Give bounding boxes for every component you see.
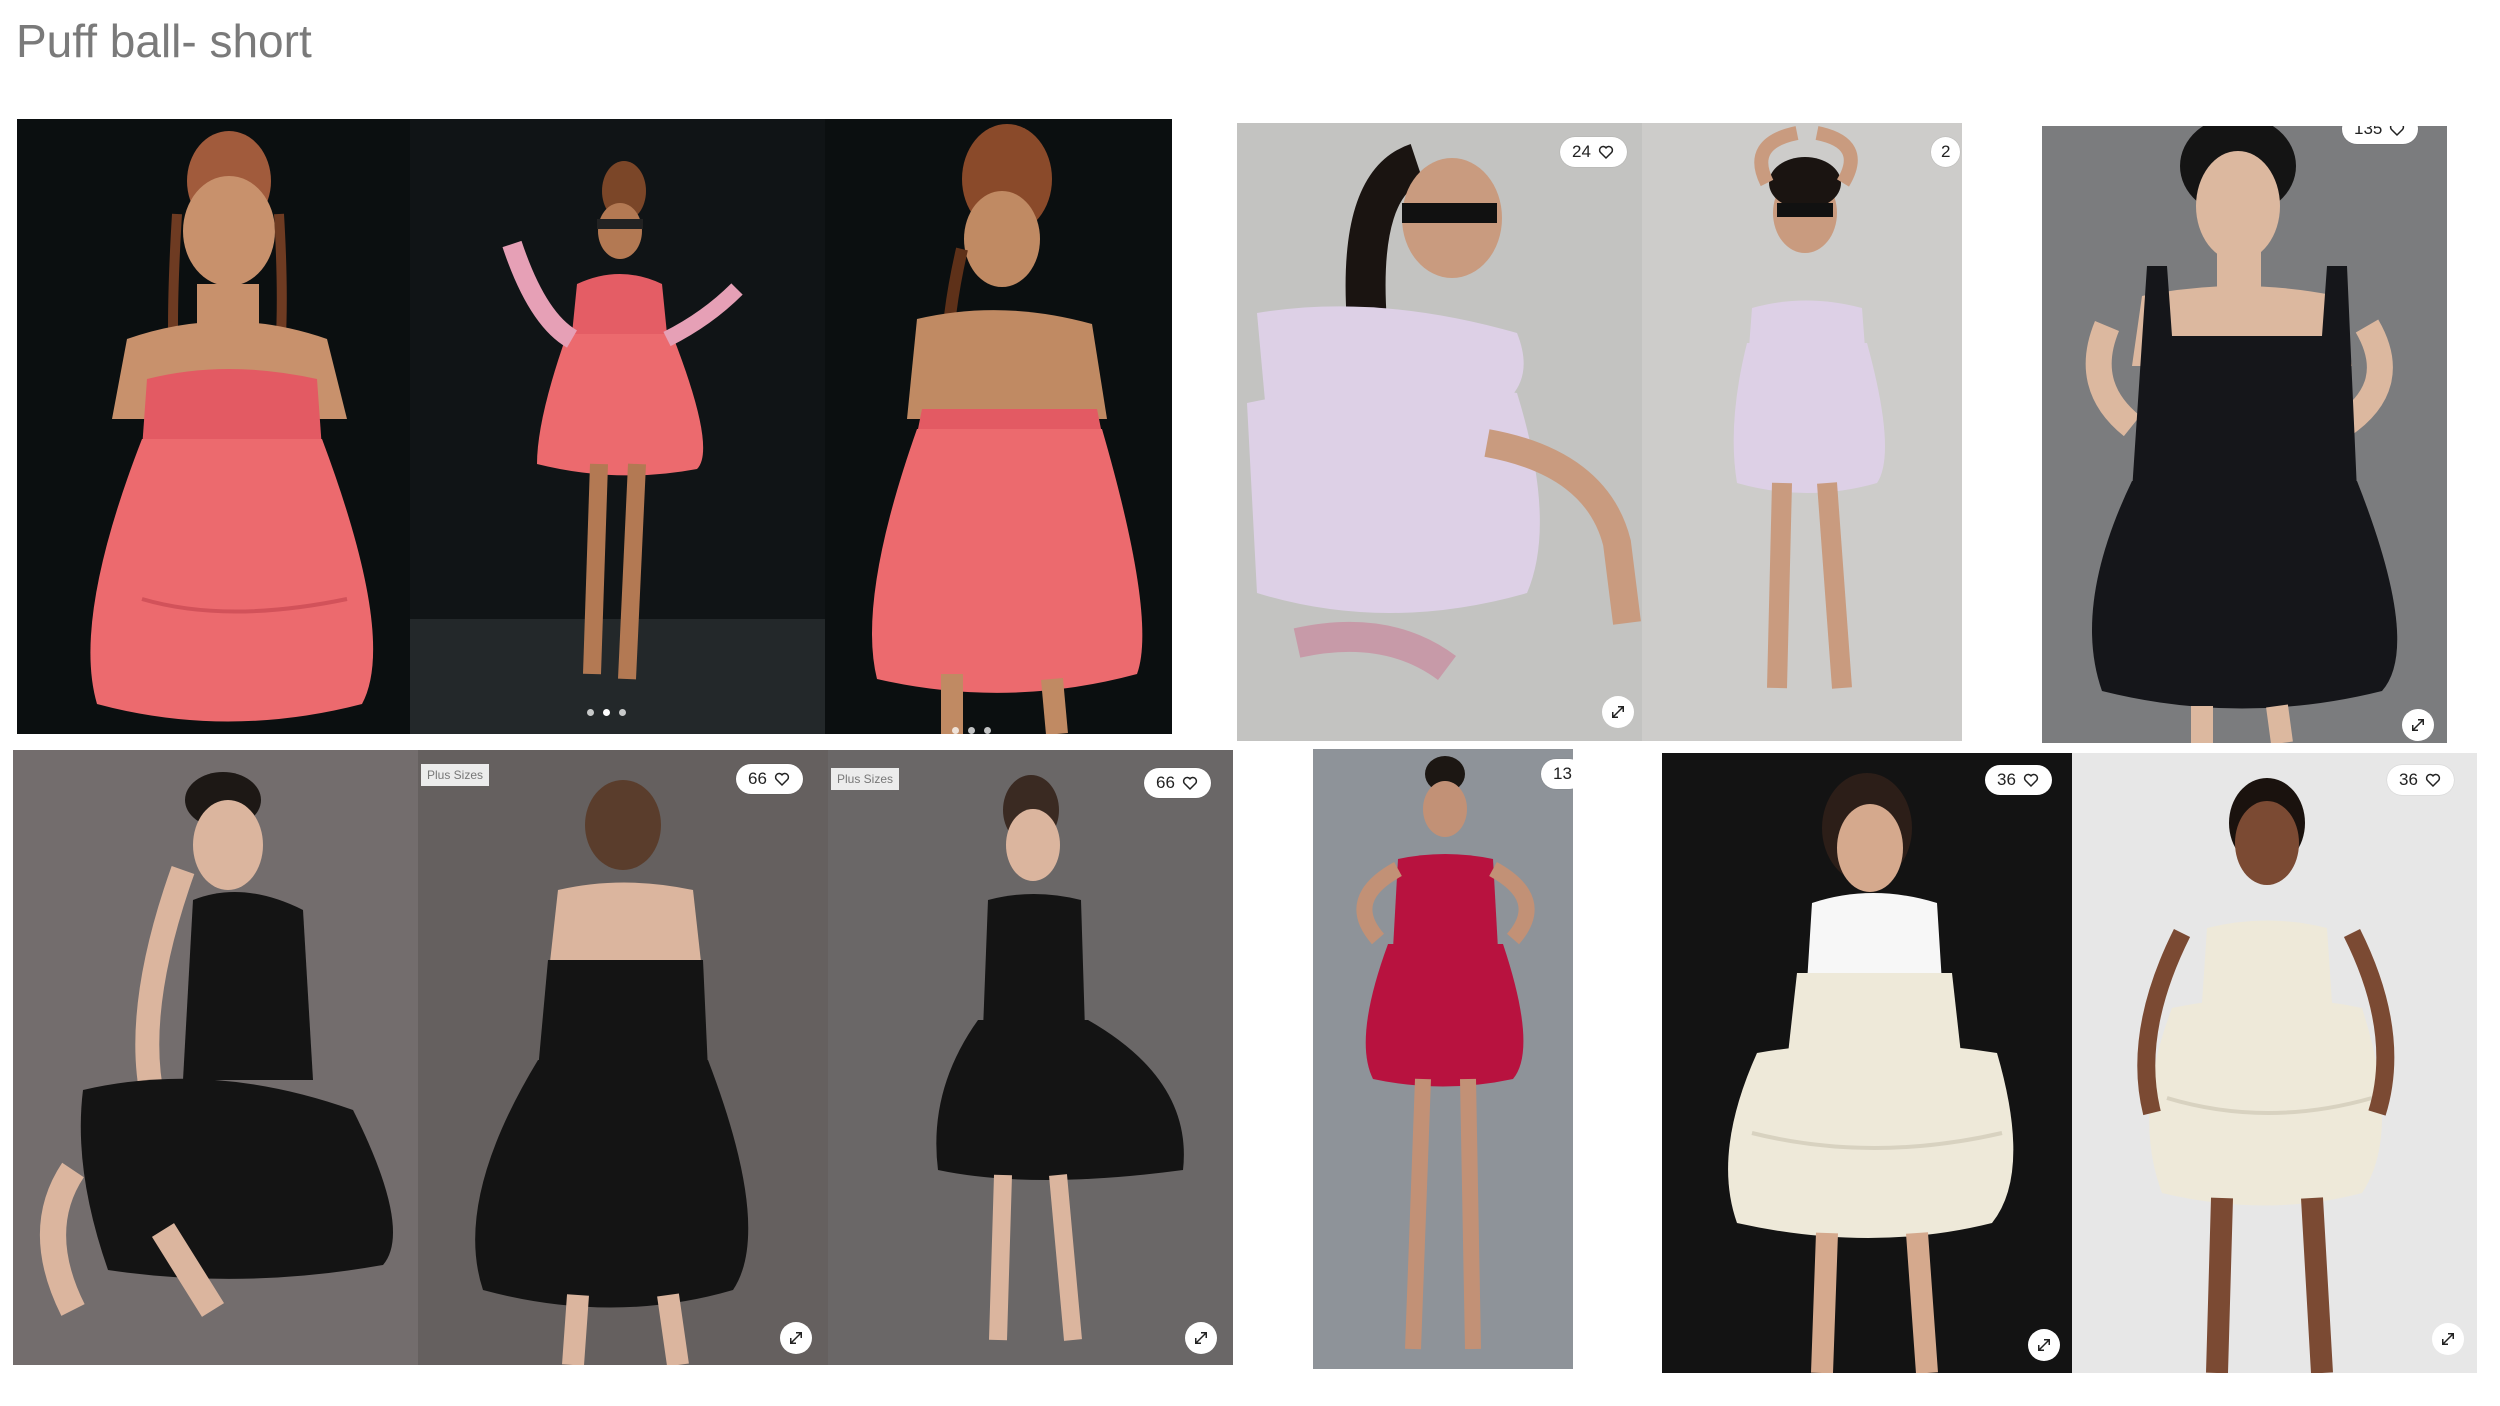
heart-icon (2425, 773, 2441, 788)
product-card-black-corset[interactable]: 135 (2042, 126, 2447, 743)
like-count-second: 36 (2399, 770, 2418, 789)
like-count-secondary: 2 (1941, 142, 1951, 161)
product-photo-black-corset (2042, 126, 2447, 743)
product-card-coral-bubble[interactable] (17, 119, 1172, 734)
product-card-black-bubble[interactable]: Plus Sizes Plus Sizes 66 66 (13, 750, 1233, 1365)
like-count: 135 (2354, 126, 2383, 138)
like-count: 36 (1997, 770, 2016, 789)
product-photo-coral (17, 119, 1172, 734)
carousel-dot[interactable] (952, 727, 959, 734)
expand-icon (2442, 1333, 2454, 1345)
product-photo-magenta (1313, 749, 1573, 1369)
product-photo-black-bubble (13, 750, 1233, 1365)
like-button[interactable]: 135 (2342, 126, 2419, 144)
page-title: Puff ball- short (16, 15, 312, 67)
expand-button[interactable] (2028, 1329, 2060, 1361)
like-button-second[interactable]: 66 (1144, 768, 1211, 798)
carousel-dot[interactable] (984, 727, 991, 734)
like-count: 66 (748, 769, 767, 788)
product-card-cream-tiered[interactable]: 36 36 (1662, 753, 2477, 1373)
product-photo-lilac (1237, 123, 1962, 741)
product-photo-cream (1662, 753, 2477, 1373)
heart-icon (2390, 126, 2405, 137)
product-card-lilac-bow[interactable]: 24 2 (1237, 123, 1962, 741)
expand-button-second[interactable] (1185, 1322, 1217, 1354)
heart-icon (774, 772, 790, 787)
heart-icon (1182, 776, 1198, 791)
expand-button[interactable] (2402, 709, 2434, 741)
carousel-dots[interactable] (587, 709, 626, 716)
expand-button[interactable] (1602, 696, 1634, 728)
expand-button[interactable] (780, 1322, 812, 1354)
like-button[interactable]: 36 (1985, 765, 2052, 795)
carousel-dot[interactable] (619, 709, 626, 716)
product-card-magenta-puff[interactable]: 13 (1313, 749, 1573, 1369)
expand-icon (1195, 1332, 1207, 1344)
like-button[interactable]: 24 (1560, 137, 1627, 167)
expand-icon (790, 1332, 802, 1344)
heart-icon (2023, 773, 2039, 788)
plus-sizes-tag: Plus Sizes (421, 764, 490, 786)
expand-icon (2038, 1339, 2050, 1351)
heart-icon (1598, 145, 1614, 160)
expand-icon (1612, 706, 1624, 718)
carousel-dot[interactable] (968, 727, 975, 734)
like-button[interactable]: 13 (1541, 759, 1573, 789)
expand-button-second[interactable] (2432, 1323, 2464, 1355)
plus-sizes-tag-second: Plus Sizes (831, 768, 900, 790)
carousel-dots-secondary[interactable] (952, 727, 991, 734)
like-count: 13 (1553, 764, 1572, 783)
expand-icon (2412, 719, 2424, 731)
like-count: 24 (1572, 142, 1591, 161)
carousel-dot[interactable] (587, 709, 594, 716)
like-button-second[interactable]: 36 (2387, 765, 2454, 795)
like-count-second: 66 (1156, 773, 1175, 792)
carousel-dot[interactable] (603, 709, 610, 716)
like-button[interactable]: 66 (736, 764, 803, 794)
